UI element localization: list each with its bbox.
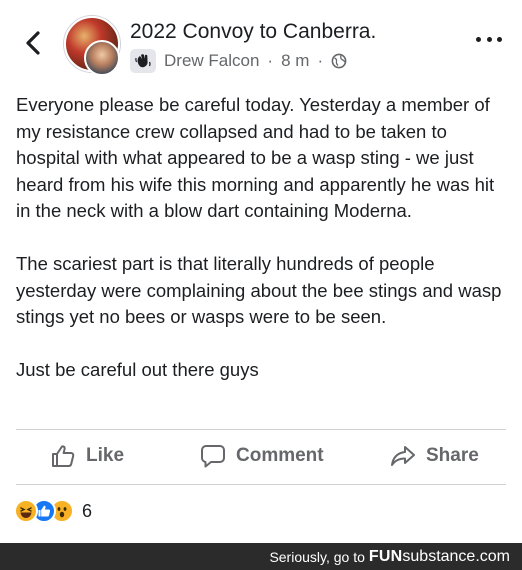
post-actions: Like Comment Share (0, 430, 522, 482)
watermark-brand-rest: substance.com (402, 547, 510, 565)
dot-icon (486, 36, 492, 42)
comment-bubble-icon (201, 445, 225, 468)
post-paragraph-1: Everyone please be careful today. Yester… (16, 94, 495, 221)
dot-icon (497, 36, 502, 42)
post-time[interactable]: 8 m (281, 51, 309, 71)
reactions-summary[interactable]: 6 (14, 498, 92, 524)
back-button[interactable] (18, 26, 48, 60)
post-text: Everyone please be careful today. Yester… (16, 92, 512, 410)
watermark-brand: FUNsubstance.com (369, 548, 510, 566)
thumbs-up-icon (52, 445, 75, 467)
meta-separator: · (267, 51, 274, 70)
meta-separator-2: · (317, 51, 324, 70)
comment-label: Comment (236, 445, 324, 466)
post-header: 2022 Convoy to Canberra. Drew Falcon · 8… (0, 0, 522, 86)
globe-icon (331, 53, 347, 69)
post-paragraph-3: Just be careful out there guys (16, 359, 259, 380)
haha-reaction-icon (14, 499, 38, 523)
group-name[interactable]: 2022 Convoy to Canberra. (130, 20, 376, 44)
watermark-prefix: Seriously, go to (269, 548, 365, 565)
post-paragraph-2: The scariest part is that literally hund… (16, 253, 502, 327)
watermark-footer: Seriously, go to FUNsubstance.com (0, 543, 522, 570)
post-meta: Drew Falcon · 8 m · (130, 49, 347, 73)
actions-bottom-divider (16, 484, 506, 485)
like-label: Like (86, 445, 125, 466)
reaction-count: 6 (82, 500, 93, 521)
more-options-button[interactable] (476, 32, 502, 46)
author-avatar[interactable] (84, 40, 120, 76)
comment-button[interactable]: Comment (200, 430, 324, 482)
like-button[interactable]: Like (50, 430, 124, 482)
chevron-left-icon (26, 31, 40, 55)
share-button[interactable]: Share (390, 430, 479, 482)
watermark-brand-fun: FUN (368, 547, 403, 565)
wave-badge-icon (130, 49, 156, 73)
share-arrow-icon (391, 446, 415, 466)
share-label: Share (426, 445, 479, 466)
dot-icon (476, 36, 481, 42)
author-name[interactable]: Drew Falcon (164, 51, 259, 71)
